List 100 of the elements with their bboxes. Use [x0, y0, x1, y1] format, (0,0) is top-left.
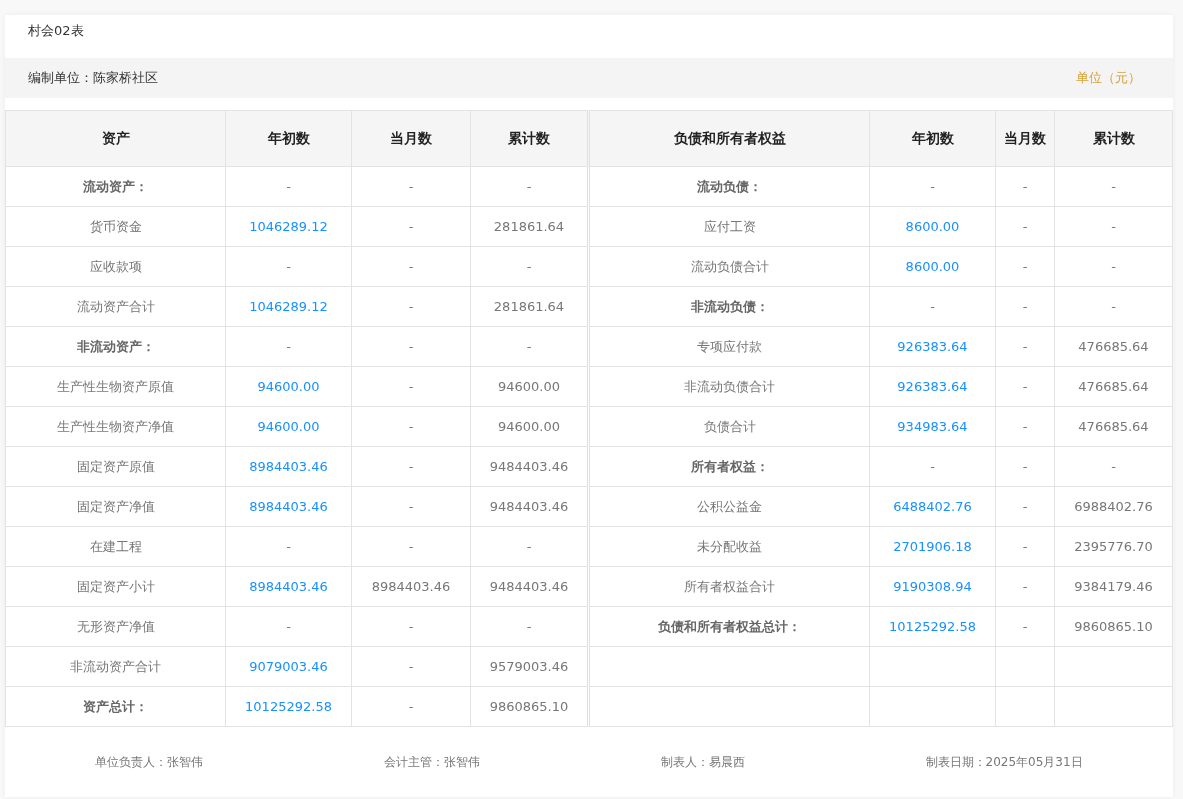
table-cell: - — [995, 486, 1055, 527]
item-label: 非流动资产： — [5, 326, 226, 367]
item-label: 未分配收益 — [588, 526, 870, 567]
item-label: 货币资金 — [5, 206, 226, 247]
compiling-unit: 编制单位：陈家桥社区 — [28, 69, 158, 87]
item-label: 资产总计： — [5, 686, 226, 727]
opening-value-link[interactable]: 8600.00 — [869, 246, 996, 287]
opening-value-link[interactable]: 9079003.46 — [225, 646, 352, 687]
item-label: 非流动负债： — [588, 286, 870, 327]
table-cell: - — [351, 406, 471, 447]
table-cell: - — [351, 526, 471, 567]
opening-value-link[interactable]: - — [225, 526, 352, 567]
item-label: 固定资产小计 — [5, 566, 226, 607]
item-label: 非流动资产合计 — [5, 646, 226, 687]
item-label: 无形资产净值 — [5, 606, 226, 647]
opening-value-link[interactable]: 94600.00 — [225, 366, 352, 407]
opening-value-link[interactable]: 934983.64 — [869, 406, 996, 447]
table-cell: 2395776.70 — [1054, 526, 1173, 567]
item-label: 流动资产合计 — [5, 286, 226, 327]
report-title: 村会02表 — [27, 22, 85, 40]
opening-value-link[interactable]: 9190308.94 — [869, 566, 996, 607]
opening-value-link[interactable]: - — [225, 326, 352, 367]
opening-value-link[interactable]: 8984403.46 — [225, 566, 352, 607]
table-cell: - — [351, 686, 471, 727]
item-label: 流动资产： — [5, 166, 226, 207]
column-header: 年初数 — [225, 110, 352, 167]
item-label: 负债合计 — [588, 406, 870, 447]
table-cell: 476685.64 — [1054, 326, 1173, 367]
item-label: 在建工程 — [5, 526, 226, 567]
table-cell: - — [351, 166, 471, 207]
item-label: 固定资产净值 — [5, 486, 226, 527]
table-cell: 476685.64 — [1054, 366, 1173, 407]
column-header: 当月数 — [351, 110, 471, 167]
column-header: 年初数 — [869, 110, 996, 167]
column-header: 资产 — [5, 110, 226, 167]
table-cell: - — [1054, 166, 1173, 207]
table-cell: - — [351, 286, 471, 327]
item-label: 负债和所有者权益总计： — [588, 606, 870, 647]
table-cell: - — [995, 326, 1055, 367]
table-cell: 476685.64 — [1054, 406, 1173, 447]
opening-value-link[interactable]: - — [869, 446, 996, 487]
table-cell: 9384179.46 — [1054, 566, 1173, 607]
signature-text: 制表人：易晨西 — [660, 753, 745, 771]
table-cell: 8984403.46 — [351, 566, 471, 607]
opening-value-link[interactable]: 1046289.12 — [225, 286, 352, 327]
opening-value-link[interactable]: 6488402.76 — [869, 486, 996, 527]
column-header: 累计数 — [1054, 110, 1173, 167]
opening-value-link[interactable]: 8984403.46 — [225, 486, 352, 527]
table-cell: - — [351, 366, 471, 407]
opening-value-link[interactable]: 2701906.18 — [869, 526, 996, 567]
table-cell: - — [995, 206, 1055, 247]
opening-value-link[interactable]: 10125292.58 — [225, 686, 352, 727]
item-label: 应付工资 — [588, 206, 870, 247]
table-cell: - — [1054, 206, 1173, 247]
item-label: 生产性生物资产净值 — [5, 406, 226, 447]
table-cell: 9860865.10 — [1054, 606, 1173, 647]
table-cell: - — [1054, 446, 1173, 487]
item-label: 专项应付款 — [588, 326, 870, 367]
item-label: 公积公益金 — [588, 486, 870, 527]
opening-value-link[interactable]: - — [869, 166, 996, 207]
item-label: 所有者权益合计 — [588, 566, 870, 607]
opening-value-link[interactable]: 94600.00 — [225, 406, 352, 447]
table-cell: - — [995, 526, 1055, 567]
signature-text: 会计主管：张智伟 — [384, 753, 481, 771]
opening-value-link[interactable]: - — [225, 246, 352, 287]
table-cell: - — [351, 606, 471, 647]
opening-value-link[interactable]: 1046289.12 — [225, 206, 352, 247]
table-cell: - — [995, 286, 1055, 327]
item-label: 应收款项 — [5, 246, 226, 287]
opening-value-link[interactable]: - — [225, 166, 352, 207]
table-cell: - — [351, 326, 471, 367]
signature-text: 制表日期：2025年05月31日 — [925, 753, 1083, 771]
table-cell: - — [995, 246, 1055, 287]
currency-unit: 单位（元） — [1076, 69, 1141, 87]
opening-value-link[interactable]: - — [869, 286, 996, 327]
item-label: 固定资产原值 — [5, 446, 226, 487]
item-label: 流动负债合计 — [588, 246, 870, 287]
table-cell: - — [995, 446, 1055, 487]
table-cell: - — [995, 566, 1055, 607]
opening-value-link[interactable]: 8984403.46 — [225, 446, 352, 487]
opening-value-link[interactable]: - — [225, 606, 352, 647]
table-cell: 6988402.76 — [1054, 486, 1173, 527]
table-cell: - — [995, 606, 1055, 647]
column-header: 当月数 — [995, 110, 1055, 167]
opening-value-link[interactable]: 10125292.58 — [869, 606, 996, 647]
table-cell: - — [995, 406, 1055, 447]
table-cell: - — [995, 366, 1055, 407]
item-label: 所有者权益： — [588, 446, 870, 487]
opening-value-link[interactable]: 926383.64 — [869, 326, 996, 367]
table-cell: - — [351, 246, 471, 287]
table-cell: - — [1054, 246, 1173, 287]
column-header: 负债和所有者权益 — [588, 110, 870, 167]
opening-value-link[interactable]: 926383.64 — [869, 366, 996, 407]
signature-text: 单位负责人：张智伟 — [95, 753, 204, 771]
item-label: 流动负债： — [588, 166, 870, 207]
table-cell: - — [1054, 286, 1173, 327]
item-label: 非流动负债合计 — [588, 366, 870, 407]
item-label: 生产性生物资产原值 — [5, 366, 226, 407]
opening-value-link[interactable]: 8600.00 — [869, 206, 996, 247]
table-cell: - — [995, 166, 1055, 207]
